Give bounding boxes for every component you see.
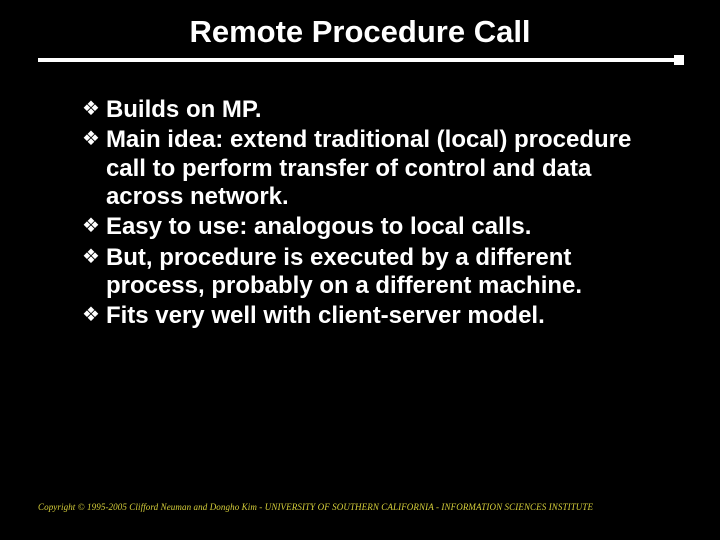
diamond-bullet-icon: ❖: [82, 246, 100, 270]
diamond-bullet-icon: ❖: [82, 128, 100, 152]
list-item: ❖ But, procedure is executed by a differ…: [82, 244, 650, 301]
diamond-bullet-icon: ❖: [82, 304, 100, 328]
divider-endcap: [674, 55, 684, 65]
slide-body: ❖ Builds on MP. ❖ Main idea: extend trad…: [0, 72, 720, 331]
title-rule: [38, 58, 682, 72]
list-item: ❖ Builds on MP.: [82, 96, 650, 124]
list-item-text: Easy to use: analogous to local calls.: [106, 213, 650, 241]
diamond-bullet-icon: ❖: [82, 98, 100, 122]
copyright-footer: Copyright © 1995-2005 Clifford Neuman an…: [38, 502, 682, 512]
slide-title: Remote Procedure Call: [0, 0, 720, 54]
slide: Remote Procedure Call ❖ Builds on MP. ❖ …: [0, 0, 720, 540]
list-item-text: But, procedure is executed by a differen…: [106, 244, 650, 301]
list-item: ❖ Main idea: extend traditional (local) …: [82, 126, 650, 211]
list-item-text: Builds on MP.: [106, 96, 650, 124]
diamond-bullet-icon: ❖: [82, 215, 100, 239]
divider-line: [38, 58, 682, 62]
list-item: ❖ Fits very well with client-server mode…: [82, 302, 650, 330]
list-item-text: Fits very well with client-server model.: [106, 302, 650, 330]
list-item: ❖ Easy to use: analogous to local calls.: [82, 213, 650, 241]
list-item-text: Main idea: extend traditional (local) pr…: [106, 126, 650, 211]
